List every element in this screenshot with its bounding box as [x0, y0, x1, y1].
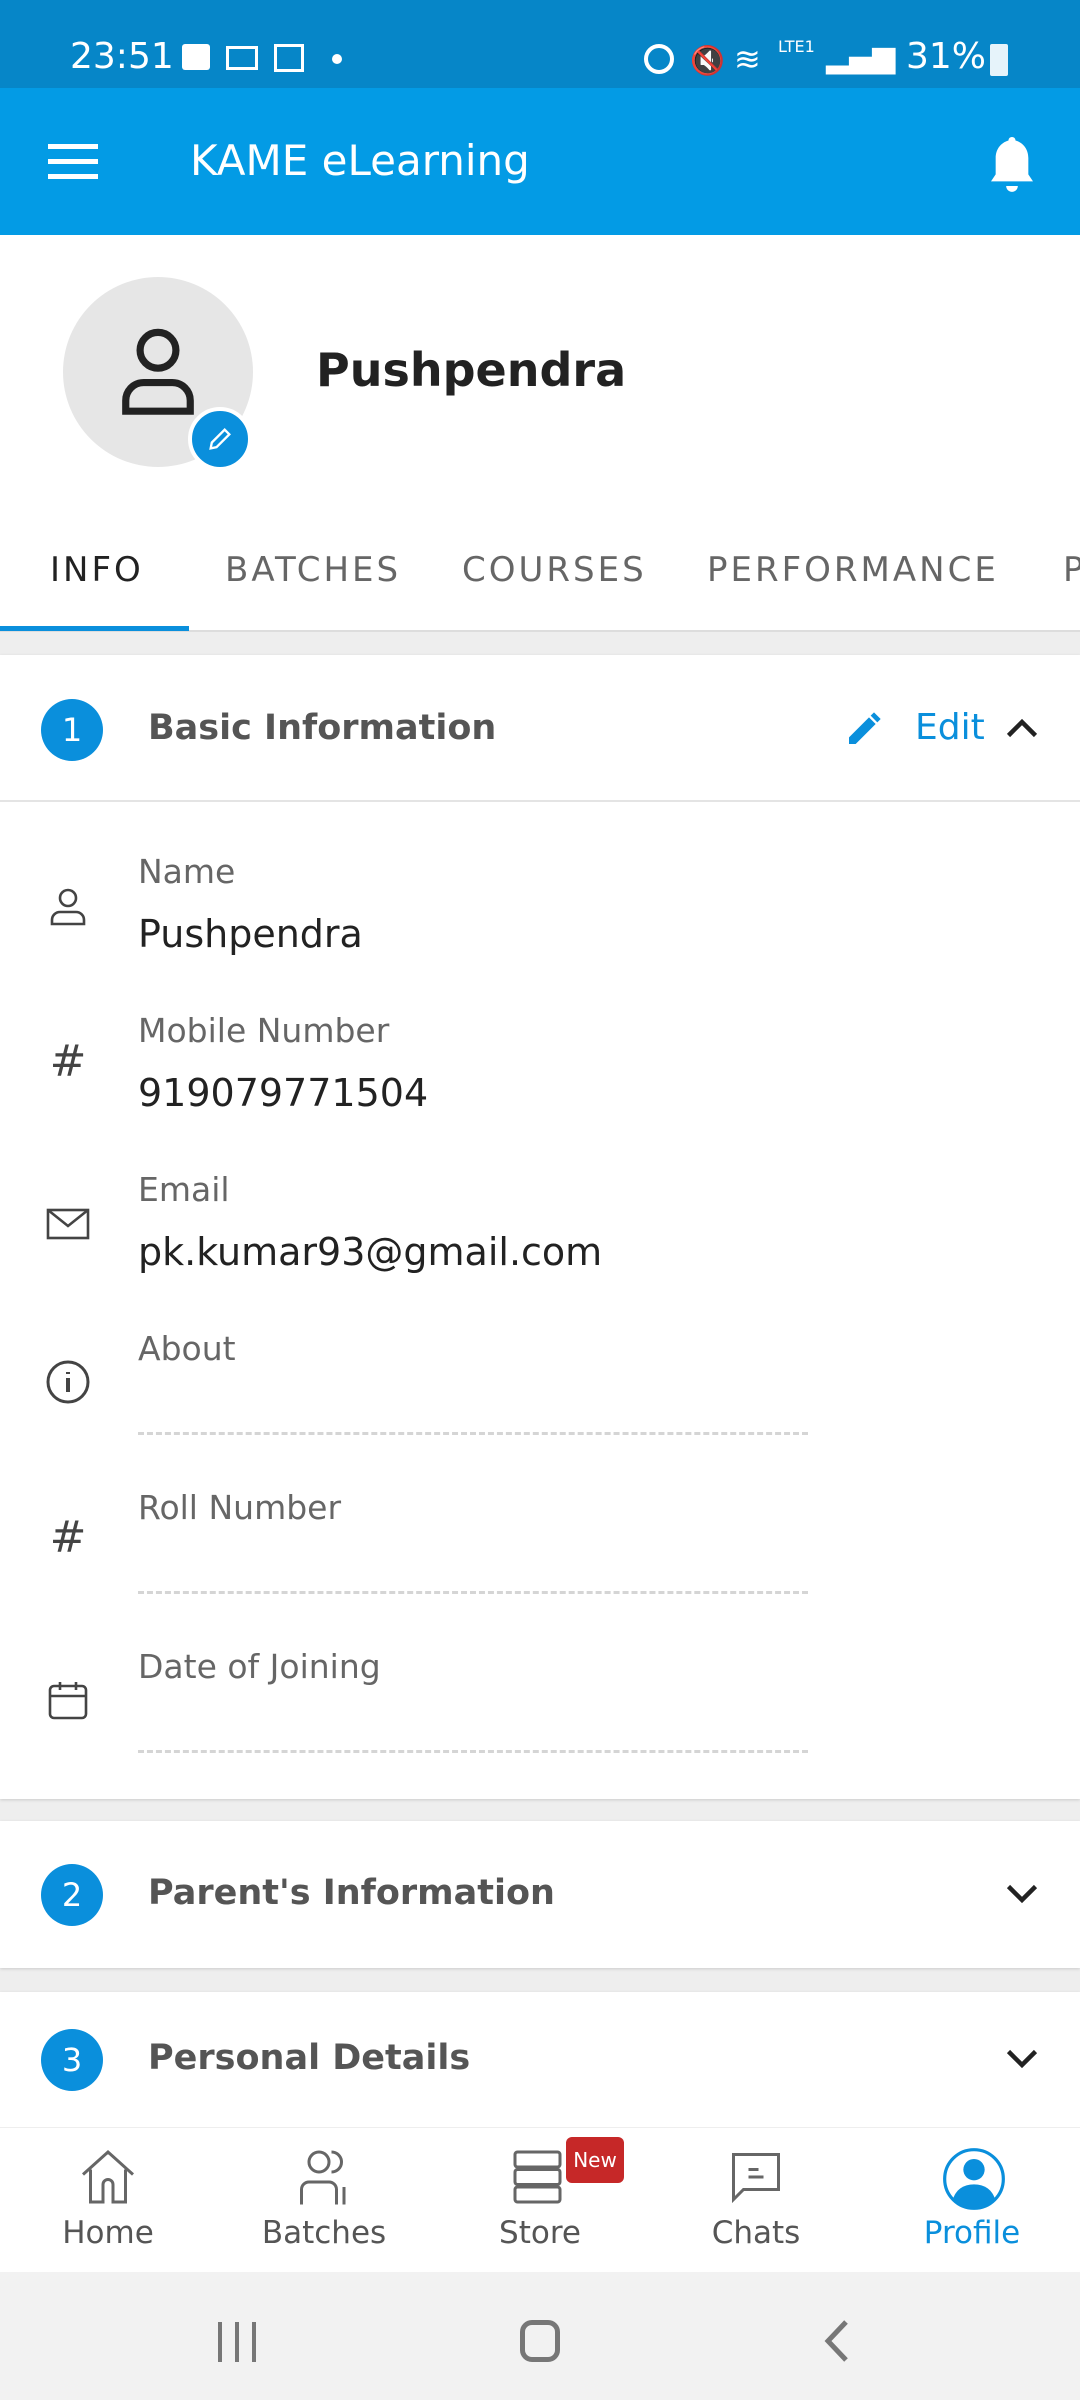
- dot-icon: [332, 54, 342, 64]
- nav-home[interactable]: Home: [0, 2127, 216, 2272]
- field-label: Mobile Number: [138, 1011, 390, 1050]
- tab-performance[interactable]: PERFORMANCE: [707, 550, 999, 590]
- nav-label: Batches: [261, 2215, 387, 2251]
- recents-icon[interactable]: [218, 2322, 256, 2362]
- field-value: 919079771504: [138, 1071, 429, 1115]
- empty-value: [138, 1432, 808, 1435]
- parents-information-card[interactable]: 2 Parent's Information: [0, 1821, 1080, 1968]
- person-icon: [50, 888, 86, 926]
- field-label: About: [138, 1329, 236, 1368]
- battery-icon: [990, 44, 1008, 76]
- profile-name: Pushpendra: [316, 343, 627, 397]
- edit-avatar-button[interactable]: [188, 407, 252, 471]
- gallery-icon: [182, 44, 210, 70]
- alarm-icon: [644, 44, 674, 74]
- bell-icon[interactable]: [984, 134, 1040, 196]
- home-icon: [81, 2149, 135, 2204]
- nav-label: Home: [62, 2215, 154, 2251]
- calendar-icon: [48, 1682, 88, 1720]
- section-title: Personal Details: [148, 2038, 471, 2078]
- person-icon: [122, 328, 194, 415]
- empty-value: [138, 1750, 808, 1753]
- field-value: pk.kumar93@gmail.com: [138, 1230, 603, 1274]
- signal-icon: ▂▄▆: [826, 40, 896, 75]
- back-icon[interactable]: [824, 2320, 850, 2362]
- mail-icon: [46, 1208, 90, 1240]
- nav-label: Chats: [711, 2215, 801, 2251]
- hamburger-icon[interactable]: [48, 144, 98, 180]
- system-nav-bar: [0, 2272, 1080, 2400]
- laptop-icon: [226, 46, 258, 70]
- tab-courses[interactable]: COURSES: [462, 550, 647, 590]
- group-icon: [300, 2150, 346, 2205]
- tab-info[interactable]: INFO: [50, 550, 144, 590]
- nav-label: Profile: [923, 2215, 1021, 2251]
- nav-store[interactable]: Store New: [432, 2127, 648, 2272]
- section-title: Basic Information: [148, 708, 497, 748]
- field-label: Date of Joining: [138, 1647, 381, 1686]
- home-button-icon[interactable]: [520, 2320, 560, 2362]
- step-number: 1: [41, 699, 103, 761]
- hash-icon: #: [49, 1512, 87, 1563]
- battery-percent: 31%: [906, 36, 987, 77]
- chevron-down-icon[interactable]: [1004, 1879, 1040, 1909]
- calendar-icon: [274, 44, 304, 72]
- field-value: Pushpendra: [138, 912, 363, 956]
- tab-more[interactable]: P: [1063, 550, 1080, 590]
- status-time: 23:51: [70, 36, 174, 77]
- basic-information-header[interactable]: 1 Basic Information Edit: [0, 655, 1080, 802]
- app-bar: KAME eLearning: [0, 88, 1080, 235]
- hash-icon: #: [49, 1036, 87, 1087]
- chevron-up-icon[interactable]: [1004, 713, 1040, 743]
- nav-chats[interactable]: Chats: [648, 2127, 864, 2272]
- pencil-icon[interactable]: [844, 709, 884, 749]
- empty-value: [138, 1591, 808, 1594]
- pencil-icon: [209, 428, 231, 450]
- nav-batches[interactable]: Batches: [216, 2127, 432, 2272]
- new-badge: New: [566, 2137, 624, 2183]
- tab-indicator: [0, 626, 189, 631]
- nav-label: Store: [499, 2215, 581, 2251]
- lte-label: LTE1: [778, 37, 815, 56]
- app-title: KAME eLearning: [190, 136, 530, 185]
- edit-button[interactable]: Edit: [915, 707, 985, 748]
- chevron-down-icon[interactable]: [1004, 2044, 1040, 2074]
- wifi-icon: ≋: [734, 40, 761, 78]
- status-bar: 23:51 🔇 ≋ LTE1 ▂▄▆ 31%: [0, 0, 1080, 88]
- section-title: Parent's Information: [148, 1873, 555, 1913]
- field-label: Email: [138, 1170, 230, 1209]
- field-label: Name: [138, 852, 236, 891]
- basic-information-card: 1 Basic Information Edit: [0, 655, 1080, 1799]
- personal-details-card[interactable]: 3 Personal Details: [0, 1992, 1080, 2127]
- step-number: 2: [41, 1864, 103, 1926]
- chat-icon: [732, 2153, 780, 2204]
- books-icon: [513, 2150, 562, 2204]
- tab-batches[interactable]: BATCHES: [225, 550, 401, 590]
- info-icon: [46, 1360, 90, 1404]
- nav-profile[interactable]: Profile: [864, 2127, 1080, 2272]
- mute-icon: 🔇: [690, 44, 725, 77]
- step-number: 3: [41, 2029, 103, 2091]
- profile-icon: [943, 2148, 1005, 2210]
- field-label: Roll Number: [138, 1488, 342, 1527]
